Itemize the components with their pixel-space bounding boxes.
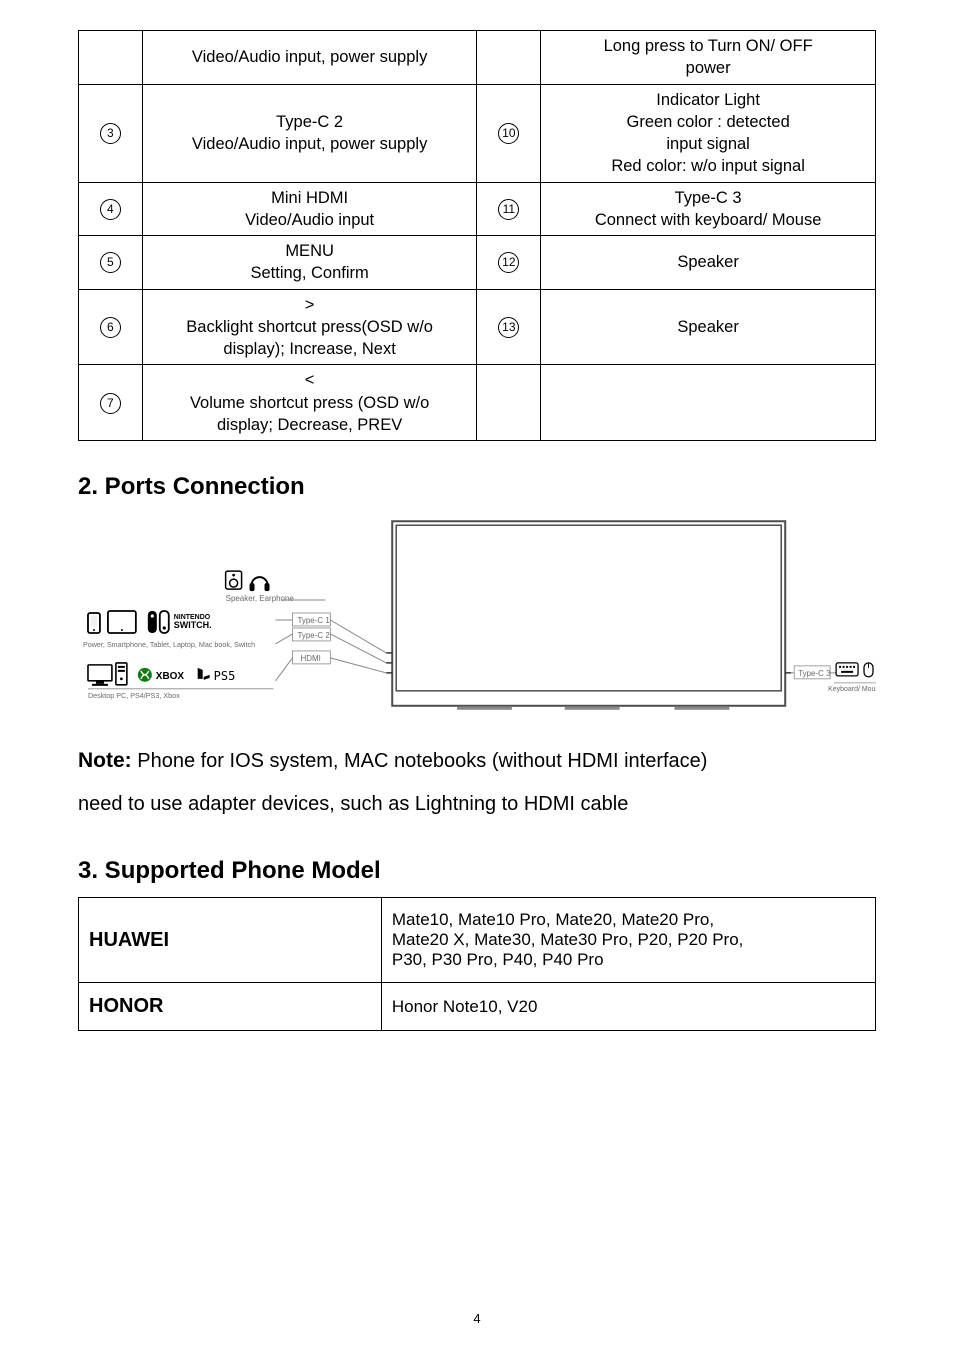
spec-cell: Speaker <box>541 236 876 290</box>
spec-cell: 4 <box>79 182 143 236</box>
circled-number: 7 <box>100 393 121 414</box>
spec-cell: >Backlight shortcut press(OSD w/odisplay… <box>142 289 477 365</box>
typec2-label: Type-C 2 <box>297 631 330 640</box>
switch-name: SWITCH. <box>174 620 212 630</box>
note-body-2: need to use adapter devices, such as Lig… <box>78 793 628 815</box>
keyboard-icon <box>836 663 858 676</box>
circled-number: 11 <box>498 199 519 220</box>
circled-number: 12 <box>498 252 519 273</box>
xbox-label: XBOX <box>156 671 185 682</box>
monitor-icon <box>88 665 112 686</box>
phone-icon <box>88 613 100 633</box>
headphones-icon <box>250 577 270 591</box>
page-number: 4 <box>0 1311 954 1326</box>
note-body-1: Phone for IOS system, MAC notebooks (wit… <box>132 750 708 772</box>
keyboard-mouse-label: Keyboard/ Mouse <box>828 686 876 693</box>
spec-cell: MENUSetting, Confirm <box>142 236 477 290</box>
models-cell: Honor Note10, V20 <box>381 983 875 1031</box>
section3-heading: 3. Supported Phone Model <box>78 857 876 885</box>
spec-cell: 12 <box>477 236 541 290</box>
spec-cell <box>79 31 143 85</box>
spec-cell: 5 <box>79 236 143 290</box>
section2-heading: 2. Ports Connection <box>78 473 876 501</box>
circled-number: 4 <box>100 199 121 220</box>
power-sources-label: Power, Smartphone, Tablet, Laptop, Mac b… <box>83 641 255 649</box>
brand-cell: HUAWEI <box>79 898 382 983</box>
spec-cell: 10 <box>477 84 541 182</box>
circled-number: 13 <box>498 317 519 338</box>
spec-cell: 11 <box>477 182 541 236</box>
speaker-earphone-label: Speaker, Earphone <box>226 594 295 603</box>
circled-number: 6 <box>100 317 121 338</box>
tablet-icon <box>108 611 136 633</box>
brand-cell: HONOR <box>79 983 382 1031</box>
xbox-icon <box>138 668 152 682</box>
speaker-icon <box>226 571 242 589</box>
spec-cell: Type-C 2Video/Audio input, power supply <box>142 84 477 182</box>
spec-cell: 13 <box>477 289 541 365</box>
ps5-label: PS5 <box>214 669 236 683</box>
spec-cell: Video/Audio input, power supply <box>142 31 477 85</box>
switch-icon <box>148 611 169 633</box>
spec-cell: 7 <box>79 365 143 441</box>
spec-cell <box>541 365 876 441</box>
circled-number: 5 <box>100 252 121 273</box>
spec-cell <box>477 31 541 85</box>
spec-cell: Type-C 3Connect with keyboard/ Mouse <box>541 182 876 236</box>
desktop-label: Desktop PC, PS4/PS3, Xbox <box>88 692 180 700</box>
hdmi-label: HDMI <box>300 654 320 663</box>
models-cell: Mate10, Mate10 Pro, Mate20, Mate20 Pro,M… <box>381 898 875 983</box>
spec-cell: Long press to Turn ON/ OFFpower <box>541 31 876 85</box>
ports-diagram: Speaker, Earphone NINTENDO SWITCH. Power… <box>78 513 876 725</box>
note-lead: Note: <box>78 749 132 772</box>
phones-table: HUAWEIMate10, Mate10 Pro, Mate20, Mate20… <box>78 897 876 1031</box>
mouse-icon <box>864 663 873 677</box>
typec1-label: Type-C 1 <box>297 616 330 625</box>
spec-cell: <Volume shortcut press (OSD w/odisplay; … <box>142 365 477 441</box>
spec-cell: Indicator LightGreen color : detectedinp… <box>541 84 876 182</box>
spec-cell: Mini HDMIVideo/Audio input <box>142 182 477 236</box>
spec-cell: 3 <box>79 84 143 182</box>
ps-icon <box>198 668 210 680</box>
circled-number: 3 <box>100 123 121 144</box>
circled-number: 10 <box>498 123 519 144</box>
spec-cell: Speaker <box>541 289 876 365</box>
typec3-label: Type-C 3 <box>798 669 831 678</box>
spec-cell <box>477 365 541 441</box>
desktop-tower-icon <box>116 663 127 685</box>
spec-table: Video/Audio input, power supply Long pres… <box>78 30 876 441</box>
spec-cell: 6 <box>79 289 143 365</box>
note-paragraph: Note: Phone for IOS system, MAC notebook… <box>78 739 876 825</box>
